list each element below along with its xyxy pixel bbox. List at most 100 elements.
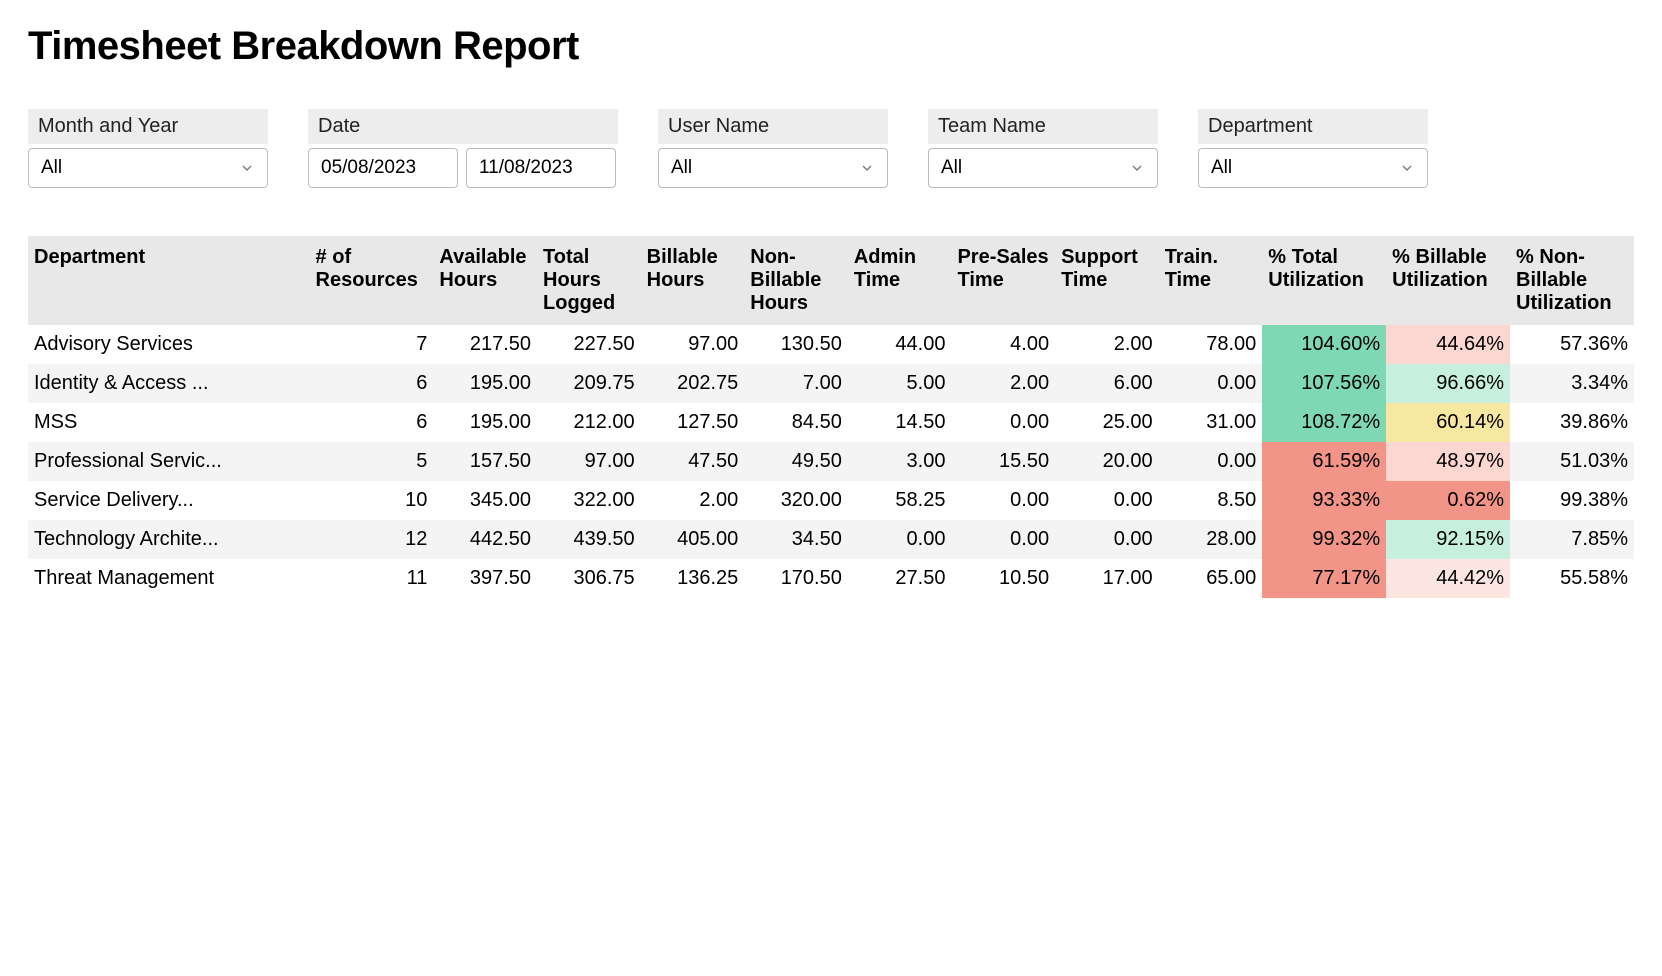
- cell-total: 209.75: [537, 364, 641, 403]
- cell-dept: Advisory Services: [28, 325, 310, 364]
- cell-nonbill: 170.50: [744, 559, 848, 598]
- cell-train: 0.00: [1159, 364, 1263, 403]
- filter-dept: Department All: [1198, 109, 1428, 188]
- chevron-down-icon: [1399, 160, 1415, 176]
- filter-bar: Month and Year All Date 05/08/2023 11/08…: [28, 109, 1634, 188]
- col-available[interactable]: Available Hours: [433, 236, 537, 325]
- cell-bill: 405.00: [641, 520, 745, 559]
- cell-presales: 0.00: [951, 403, 1055, 442]
- cell-res: 12: [310, 520, 434, 559]
- table-header-row: Department # of Resources Available Hour…: [28, 236, 1634, 325]
- cell-dept: MSS: [28, 403, 310, 442]
- table-row: Advisory Services7217.50227.5097.00130.5…: [28, 325, 1634, 364]
- cell-total: 306.75: [537, 559, 641, 598]
- cell-total: 227.50: [537, 325, 641, 364]
- cell-avail: 345.00: [433, 481, 537, 520]
- col-pbill[interactable]: % Billable Utilization: [1386, 236, 1510, 325]
- dept-select[interactable]: All: [1198, 148, 1428, 188]
- table-row: Threat Management11397.50306.75136.25170…: [28, 559, 1634, 598]
- filter-label-date: Date: [308, 109, 618, 144]
- col-resources[interactable]: # of Resources: [310, 236, 434, 325]
- col-department[interactable]: Department: [28, 236, 310, 325]
- cell-nonbill: 7.00: [744, 364, 848, 403]
- table-row: Technology Archite...12442.50439.50405.0…: [28, 520, 1634, 559]
- cell-res: 5: [310, 442, 434, 481]
- cell-admin: 5.00: [848, 364, 952, 403]
- cell-presales: 2.00: [951, 364, 1055, 403]
- cell-pnon: 51.03%: [1510, 442, 1634, 481]
- cell-admin: 14.50: [848, 403, 952, 442]
- cell-nonbill: 34.50: [744, 520, 848, 559]
- cell-avail: 157.50: [433, 442, 537, 481]
- team-select[interactable]: All: [928, 148, 1158, 188]
- filter-label-team: Team Name: [928, 109, 1158, 144]
- cell-train: 78.00: [1159, 325, 1263, 364]
- cell-pbill: 44.64%: [1386, 325, 1510, 364]
- cell-avail: 397.50: [433, 559, 537, 598]
- cell-pnon: 7.85%: [1510, 520, 1634, 559]
- cell-admin: 0.00: [848, 520, 952, 559]
- cell-nonbill: 49.50: [744, 442, 848, 481]
- cell-train: 0.00: [1159, 442, 1263, 481]
- col-total[interactable]: Total Hours Logged: [537, 236, 641, 325]
- filter-team: Team Name All: [928, 109, 1158, 188]
- col-presales[interactable]: Pre-Sales Time: [951, 236, 1055, 325]
- col-ptotal[interactable]: % Total Utilization: [1262, 236, 1386, 325]
- col-nonbill[interactable]: Non-Billable Hours: [744, 236, 848, 325]
- cell-ptotal: 107.56%: [1262, 364, 1386, 403]
- user-value: All: [671, 157, 692, 179]
- cell-pbill: 60.14%: [1386, 403, 1510, 442]
- cell-total: 439.50: [537, 520, 641, 559]
- cell-ptotal: 61.59%: [1262, 442, 1386, 481]
- cell-pbill: 96.66%: [1386, 364, 1510, 403]
- cell-pbill: 92.15%: [1386, 520, 1510, 559]
- cell-avail: 195.00: [433, 403, 537, 442]
- cell-admin: 27.50: [848, 559, 952, 598]
- col-pnon[interactable]: % Non-Billable Utilization: [1510, 236, 1634, 325]
- col-train[interactable]: Train. Time: [1159, 236, 1263, 325]
- cell-ptotal: 93.33%: [1262, 481, 1386, 520]
- cell-bill: 97.00: [641, 325, 745, 364]
- cell-admin: 58.25: [848, 481, 952, 520]
- cell-presales: 4.00: [951, 325, 1055, 364]
- filter-user: User Name All: [658, 109, 888, 188]
- cell-nonbill: 320.00: [744, 481, 848, 520]
- cell-supp: 0.00: [1055, 481, 1159, 520]
- filter-label-month-year: Month and Year: [28, 109, 268, 144]
- report-table: Department # of Resources Available Hour…: [28, 236, 1634, 598]
- cell-nonbill: 130.50: [744, 325, 848, 364]
- user-select[interactable]: All: [658, 148, 888, 188]
- chevron-down-icon: [239, 160, 255, 176]
- date-to-input[interactable]: 11/08/2023: [466, 148, 616, 188]
- chevron-down-icon: [1129, 160, 1145, 176]
- table-row: Identity & Access ...6195.00209.75202.75…: [28, 364, 1634, 403]
- filter-label-dept: Department: [1198, 109, 1428, 144]
- month-year-select[interactable]: All: [28, 148, 268, 188]
- table-row: Service Delivery...10345.00322.002.00320…: [28, 481, 1634, 520]
- cell-admin: 44.00: [848, 325, 952, 364]
- chevron-down-icon: [859, 160, 875, 176]
- col-support[interactable]: Support Time: [1055, 236, 1159, 325]
- table-row: MSS6195.00212.00127.5084.5014.500.0025.0…: [28, 403, 1634, 442]
- cell-train: 8.50: [1159, 481, 1263, 520]
- cell-avail: 195.00: [433, 364, 537, 403]
- cell-supp: 0.00: [1055, 520, 1159, 559]
- cell-presales: 15.50: [951, 442, 1055, 481]
- cell-supp: 20.00: [1055, 442, 1159, 481]
- filter-month-year: Month and Year All: [28, 109, 268, 188]
- cell-total: 322.00: [537, 481, 641, 520]
- cell-res: 7: [310, 325, 434, 364]
- cell-total: 97.00: [537, 442, 641, 481]
- cell-pbill: 0.62%: [1386, 481, 1510, 520]
- col-billable[interactable]: Billable Hours: [641, 236, 745, 325]
- date-from-input[interactable]: 05/08/2023: [308, 148, 458, 188]
- cell-dept: Technology Archite...: [28, 520, 310, 559]
- cell-total: 212.00: [537, 403, 641, 442]
- cell-avail: 217.50: [433, 325, 537, 364]
- col-admin[interactable]: Admin Time: [848, 236, 952, 325]
- cell-ptotal: 104.60%: [1262, 325, 1386, 364]
- cell-pnon: 3.34%: [1510, 364, 1634, 403]
- cell-pbill: 44.42%: [1386, 559, 1510, 598]
- date-to-value: 11/08/2023: [479, 157, 573, 179]
- cell-admin: 3.00: [848, 442, 952, 481]
